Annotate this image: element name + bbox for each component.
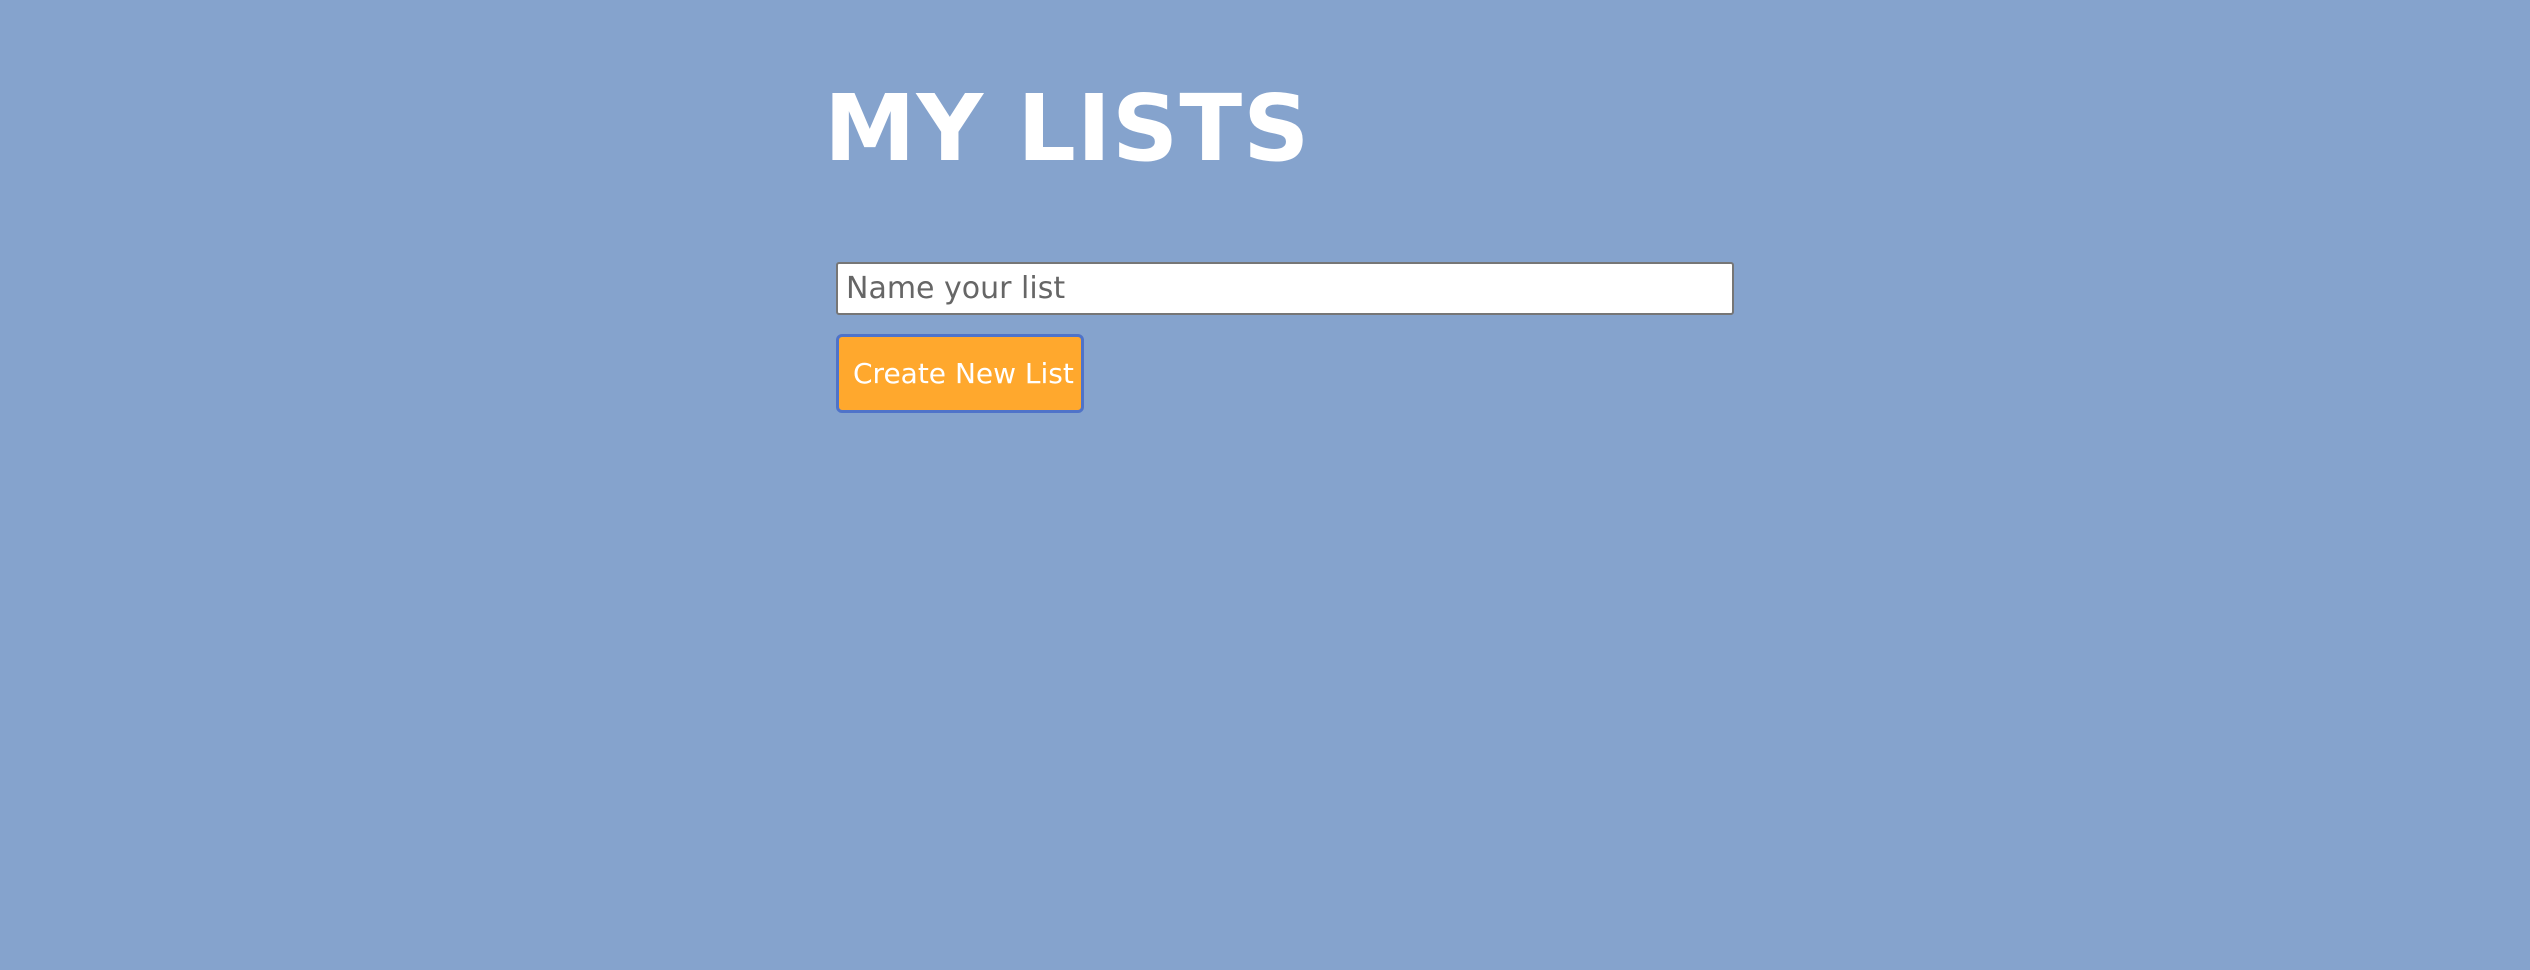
create-new-list-button[interactable]: Create New List (836, 334, 1084, 413)
list-name-input[interactable] (836, 262, 1734, 315)
page-title: MY LISTS (824, 75, 1311, 182)
create-list-form: Create New List (836, 262, 1736, 413)
my-lists-page: MY LISTS Create New List (0, 0, 2530, 970)
